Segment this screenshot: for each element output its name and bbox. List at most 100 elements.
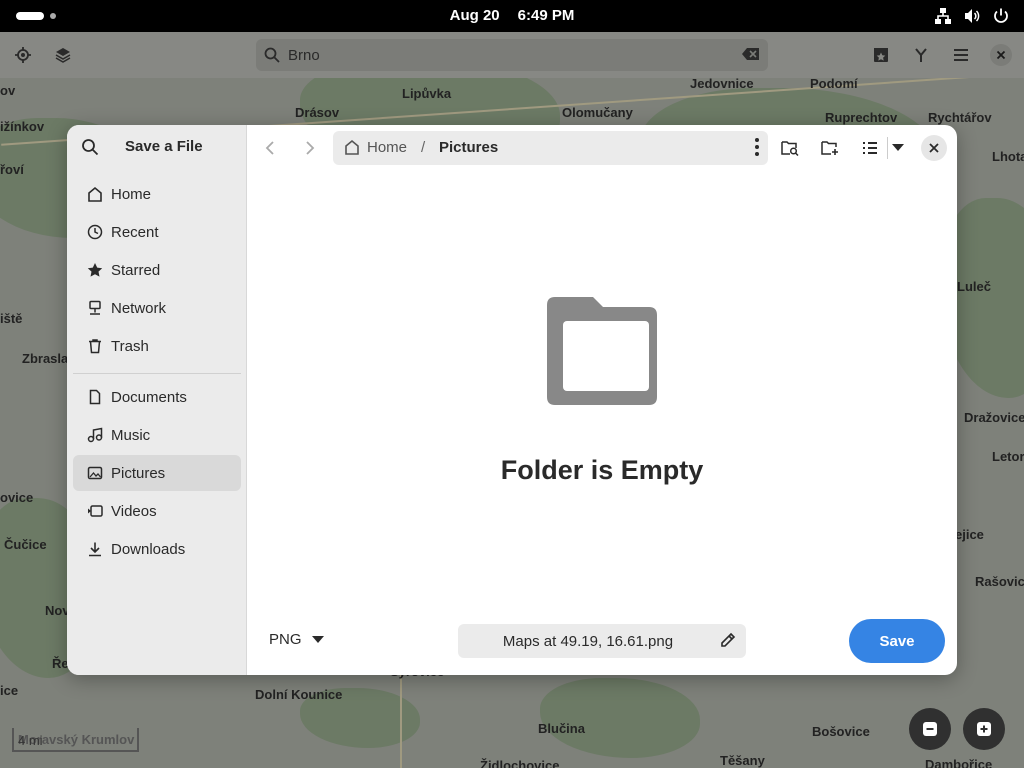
- file-type-dropdown[interactable]: PNG: [269, 631, 324, 648]
- sidebar-item-label: Trash: [111, 337, 149, 355]
- back-button[interactable]: [255, 135, 285, 161]
- chevron-right-icon: [306, 141, 315, 155]
- clock-icon: [86, 223, 104, 241]
- starred-box-icon: [874, 48, 888, 62]
- clock-date: Aug 20: [449, 7, 500, 24]
- sidebar-item-label: Music: [111, 426, 151, 444]
- town-label: iště: [0, 311, 23, 326]
- sidebar-item-label: Starred: [111, 261, 161, 279]
- town-label: Jedovnice: [690, 78, 754, 91]
- favorites-button[interactable]: [866, 40, 896, 70]
- town-label: ice: [0, 683, 19, 698]
- view-options-dropdown[interactable]: [883, 133, 913, 163]
- sidebar-item-network[interactable]: Network: [73, 290, 241, 326]
- sidebar-item-label: Documents: [111, 388, 187, 406]
- forest-area: [540, 678, 700, 758]
- town-label: Bošovice: [812, 724, 870, 739]
- document-icon: [86, 388, 104, 406]
- town-label: Dražovice: [964, 410, 1024, 425]
- town-label: řoví: [0, 162, 24, 177]
- close-window-button[interactable]: [986, 40, 1016, 70]
- forward-button[interactable]: [295, 135, 325, 161]
- network-icon: [933, 6, 952, 26]
- file-name-field[interactable]: [458, 624, 746, 658]
- sidebar-item-recent[interactable]: Recent: [73, 214, 241, 250]
- town-label: Rychtářov: [928, 110, 992, 125]
- town-label: ejice: [955, 527, 984, 542]
- route-button[interactable]: [906, 40, 936, 70]
- clock[interactable]: Aug 20 6:49 PM: [0, 7, 1024, 24]
- path-separator: /: [421, 139, 426, 156]
- zoom-out-icon: [923, 722, 937, 736]
- vertical-dots-icon: [755, 138, 759, 156]
- file-name-input[interactable]: [468, 631, 708, 651]
- sidebar-item-documents[interactable]: Documents: [73, 379, 241, 415]
- locate-button[interactable]: [8, 40, 38, 70]
- new-folder-button[interactable]: [815, 133, 845, 163]
- sidebar-item-starred[interactable]: Starred: [73, 252, 241, 288]
- save-button[interactable]: Save: [849, 619, 945, 663]
- path-home-button[interactable]: Home: [367, 139, 407, 156]
- sidebar-item-label: Pictures: [111, 464, 166, 482]
- town-label: Dolní Kounice: [255, 687, 343, 702]
- list-view-button[interactable]: [855, 133, 885, 163]
- home-icon: [345, 139, 359, 155]
- dialog-search-button[interactable]: [81, 138, 99, 161]
- chevron-left-icon: [265, 141, 274, 155]
- map-search-field[interactable]: [256, 39, 768, 71]
- clock-time: 6:49 PM: [517, 7, 575, 24]
- sidebar-item-pictures[interactable]: Pictures: [73, 455, 241, 491]
- home-icon: [86, 185, 104, 203]
- chevron-down-icon: [892, 144, 904, 151]
- video-icon: [86, 502, 104, 520]
- town-label: Ruprechtov: [825, 110, 898, 125]
- sidebar-item-home[interactable]: Home: [73, 176, 241, 212]
- main-menu-button[interactable]: [946, 40, 976, 70]
- town-label: Letor: [992, 449, 1024, 464]
- town-label: Rašovic: [975, 574, 1024, 589]
- sidebar-item-trash[interactable]: Trash: [73, 328, 241, 364]
- power-icon: [991, 6, 1010, 26]
- sidebar-item-label: Videos: [111, 502, 157, 520]
- network-icon: [86, 299, 104, 317]
- layers-button[interactable]: [48, 40, 78, 70]
- sidebar-item-music[interactable]: Music: [73, 417, 241, 453]
- town-label: ovice: [0, 490, 34, 505]
- list-view-icon: [863, 142, 877, 154]
- town-label: Podomí: [810, 78, 858, 91]
- zoom-in-button[interactable]: [963, 708, 1005, 750]
- search-icon: [264, 47, 280, 63]
- town-label: Lipůvka: [402, 86, 452, 101]
- sidebar-item-videos[interactable]: Videos: [73, 493, 241, 529]
- search-folder-button[interactable]: [775, 133, 805, 163]
- route-icon: [915, 48, 927, 62]
- zoom-out-button[interactable]: [909, 708, 951, 750]
- hamburger-menu-icon: [954, 49, 968, 61]
- path-current-folder[interactable]: Pictures: [439, 139, 498, 156]
- zoom-in-icon: [977, 722, 991, 736]
- sidebar-item-downloads[interactable]: Downloads: [73, 531, 241, 567]
- sidebar-item-label: Home: [111, 185, 152, 203]
- sidebar-item-label: Network: [111, 299, 167, 317]
- chevron-down-icon: [311, 635, 324, 643]
- empty-folder-icon: [547, 297, 657, 405]
- town-label: Čučice: [4, 537, 47, 552]
- dialog-title: Save a File: [125, 138, 203, 155]
- folder-search-icon: [781, 141, 799, 156]
- picture-icon: [86, 464, 104, 482]
- crosshair-icon: [15, 47, 31, 63]
- save-file-dialog: Save a File Home Recent Starred Network …: [67, 125, 957, 675]
- town-label: Židlochovice: [480, 758, 560, 768]
- sidebar-item-label: Downloads: [111, 540, 186, 558]
- close-icon: [990, 44, 1012, 66]
- town-label: Těšany: [720, 753, 765, 768]
- town-label: Zbrasla: [22, 351, 69, 366]
- sidebar-separator: [73, 373, 241, 374]
- close-dialog-button[interactable]: [921, 135, 947, 161]
- file-browser-pane: Home / Pictures Folder is Empty PNG Maps…: [247, 125, 957, 675]
- places-sidebar: Save a File Home Recent Starred Network …: [67, 125, 247, 675]
- path-menu-button[interactable]: [754, 137, 760, 162]
- map-search-input[interactable]: [288, 45, 728, 65]
- system-tray[interactable]: [933, 6, 1010, 26]
- clear-text-icon: [742, 48, 759, 60]
